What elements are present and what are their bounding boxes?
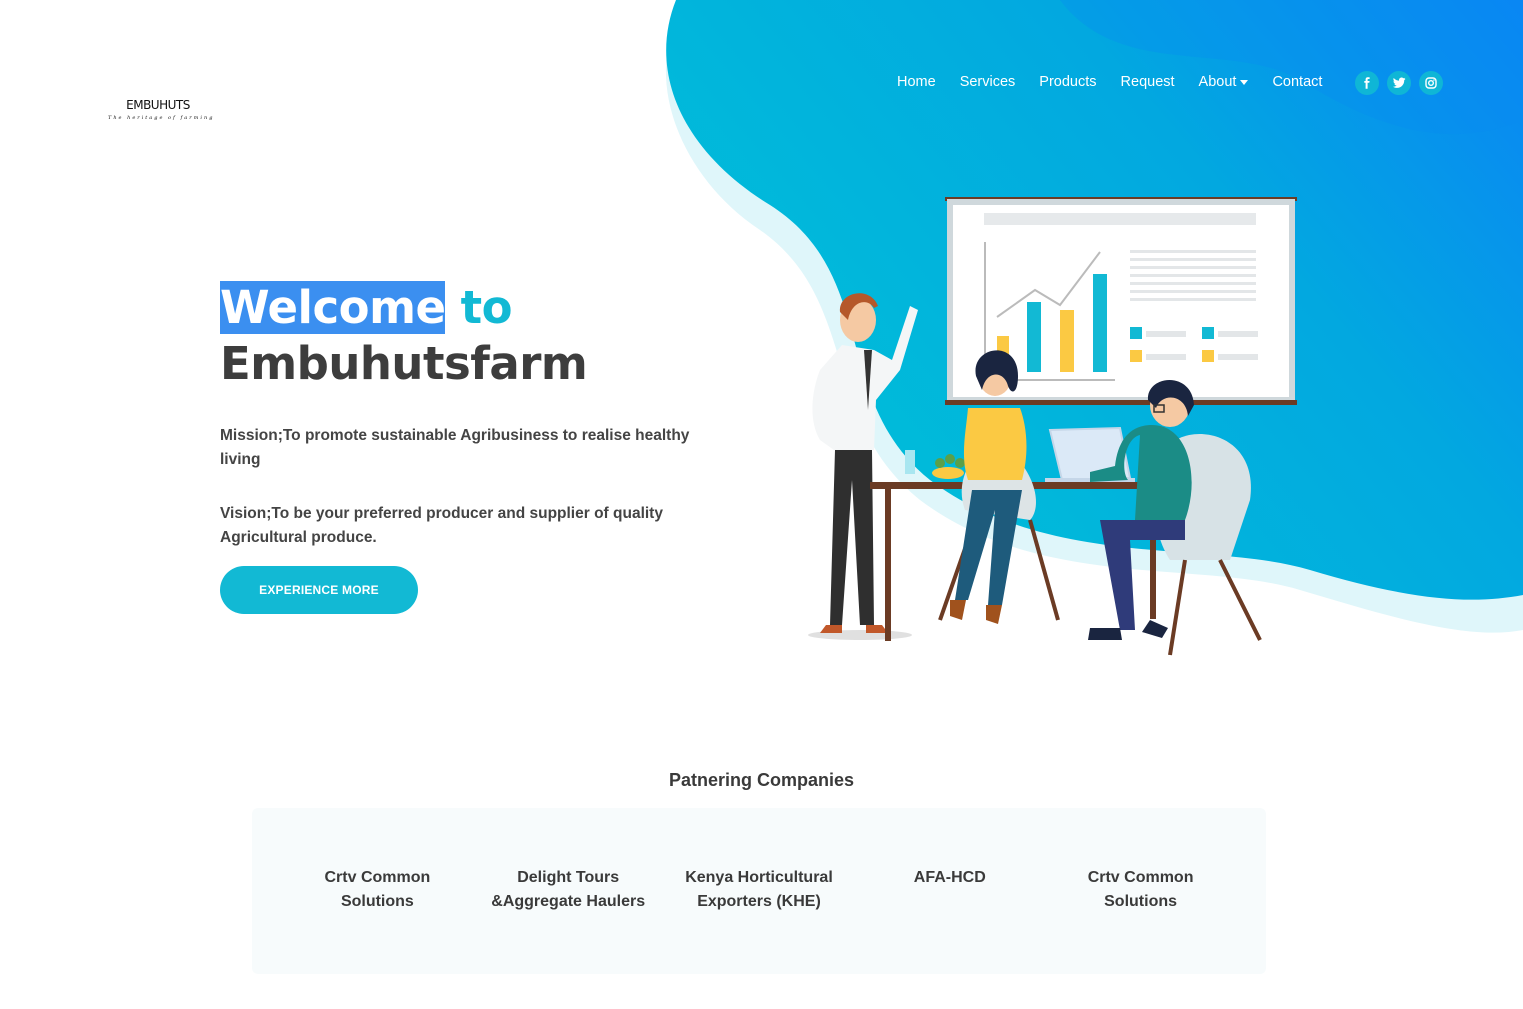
chevron-down-icon bbox=[1240, 79, 1249, 85]
nav-request-link[interactable]: Request bbox=[1121, 74, 1175, 90]
partners-list: Crtv Common Solutions Delight Tours &Agg… bbox=[252, 808, 1266, 974]
hero-title-highlight: Welcome bbox=[220, 281, 446, 334]
nav-about-dropdown[interactable]: About bbox=[1199, 74, 1249, 90]
nav-services-link[interactable]: Services bbox=[960, 74, 1016, 90]
team-meeting-illustration bbox=[808, 197, 1297, 656]
vision-statement: Vision;To be your preferred producer and… bbox=[220, 505, 663, 546]
partners-heading: Patnering Companies bbox=[668, 770, 855, 790]
mission-statement: Mission;To promote sustainable Agribusin… bbox=[220, 427, 690, 468]
nav-about-label: About bbox=[1198, 74, 1237, 90]
brand-logo[interactable]: EMBUHUTS The heritage of farming bbox=[108, 98, 215, 121]
facebook-icon[interactable] bbox=[1355, 71, 1379, 95]
hero-title-to: to bbox=[445, 281, 513, 334]
logo-tagline: The heritage of farming bbox=[108, 115, 215, 121]
social-links bbox=[1355, 71, 1443, 95]
hero-title: Welcome to Embuhutsfarm bbox=[220, 280, 588, 392]
nav-home-link[interactable]: Home bbox=[897, 74, 936, 90]
twitter-icon[interactable] bbox=[1387, 71, 1411, 95]
partner-item: Crtv Common Solutions bbox=[1087, 869, 1194, 910]
nav-products-link[interactable]: Products bbox=[1039, 74, 1096, 90]
logo-wordmark: EMBUHUTS bbox=[126, 98, 190, 112]
experience-more-button[interactable]: EXPERIENCE MORE bbox=[220, 566, 418, 614]
instagram-icon[interactable] bbox=[1419, 71, 1443, 95]
main-nav: Home Services Products Request About Con… bbox=[885, 74, 1334, 90]
nav-contact-link[interactable]: Contact bbox=[1272, 74, 1322, 90]
partner-item: Delight Tours &Aggregate Haulers bbox=[491, 869, 646, 910]
partner-item: Crtv Common Solutions bbox=[324, 869, 431, 910]
hero-title-brand: Embuhutsfarm bbox=[220, 337, 588, 390]
partner-item: AFA-HCD bbox=[913, 869, 986, 886]
partner-item: Kenya Horticultural Exporters (KHE) bbox=[685, 869, 833, 910]
